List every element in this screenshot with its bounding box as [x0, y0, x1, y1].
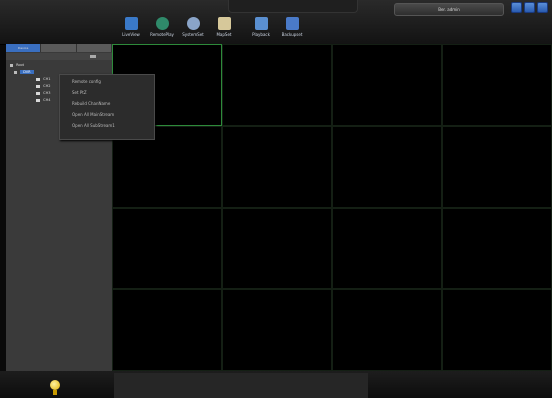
lightbulb-base: [53, 390, 57, 395]
bottom-info-panel: [114, 373, 368, 398]
video-cell[interactable]: [112, 289, 222, 371]
expand-icon: [14, 70, 17, 74]
toolbar-systemset-button[interactable]: SystemSet: [180, 14, 206, 44]
toolbar-remoteplay-button[interactable]: RemotePlay: [149, 14, 175, 44]
toolbar-backupset-button[interactable]: Backupset: [279, 14, 305, 44]
menu-item-rebuild-channame[interactable]: Rebuild ChanName: [60, 99, 154, 108]
tree-node-label: DVR: [20, 70, 34, 74]
panel-tabs: Device: [6, 44, 112, 52]
title-bar: Ber. admin LiveView RemotePlay SystemSet…: [0, 0, 552, 45]
video-cell[interactable]: [222, 125, 332, 208]
toolbar-label: RemotePlay: [150, 32, 174, 37]
center-status-field: [228, 0, 358, 13]
gear-icon: [186, 17, 200, 30]
menu-item-open-all-substream[interactable]: Open All SubStream1: [60, 121, 154, 130]
video-cell[interactable]: [332, 207, 442, 290]
video-cell[interactable]: [112, 207, 222, 290]
tab-device[interactable]: Device: [6, 44, 42, 52]
tree-node-label: Root: [16, 63, 25, 67]
refresh-icon[interactable]: [90, 55, 96, 58]
tree-node-label: CH1: [43, 77, 51, 81]
toolbar-label: Playback: [252, 32, 270, 37]
tab-3[interactable]: [76, 44, 112, 52]
maximize-icon[interactable]: [524, 2, 535, 13]
camera-icon: [36, 91, 40, 95]
toolbar-label: Backupset: [281, 32, 303, 37]
expand-icon: [10, 63, 13, 67]
main-toolbar: LiveView RemotePlay SystemSet MapSet Pla…: [118, 14, 305, 44]
play-icon: [155, 17, 169, 30]
monitor-icon: [124, 17, 138, 30]
video-cell[interactable]: [332, 289, 442, 371]
video-cell[interactable]: [442, 289, 552, 371]
video-cell[interactable]: [442, 44, 552, 126]
map-icon: [217, 17, 231, 30]
menu-item-remote-config[interactable]: Remote config: [60, 77, 154, 86]
camera-icon: [36, 98, 40, 102]
video-cell[interactable]: [442, 125, 552, 208]
toolbar-mapset-button[interactable]: MapSet: [211, 14, 237, 44]
tree-node-label: CH4: [43, 98, 51, 102]
playback-icon: [254, 17, 268, 30]
tree-node-root[interactable]: Root: [8, 62, 112, 69]
camera-icon: [36, 77, 40, 81]
tab-2[interactable]: [41, 44, 77, 52]
video-cell[interactable]: [442, 207, 552, 290]
video-cell[interactable]: [222, 207, 332, 290]
toolbar-playback-button[interactable]: Playback: [248, 14, 274, 44]
toolbar-label: MapSet: [216, 32, 232, 37]
camera-icon: [36, 84, 40, 88]
backup-icon: [285, 17, 299, 30]
context-menu: Remote config Set PtZ Rebuild ChanName O…: [59, 74, 155, 140]
menu-item-set-ptz[interactable]: Set PtZ: [60, 88, 154, 97]
video-cell[interactable]: [332, 44, 442, 126]
minimize-icon[interactable]: [511, 2, 522, 13]
lightbulb-icon[interactable]: [50, 380, 60, 390]
toolbar-liveview-button[interactable]: LiveView: [118, 14, 144, 44]
user-field[interactable]: Ber. admin: [394, 3, 504, 16]
tree-node-label: CH3: [43, 91, 51, 95]
video-grid: [112, 44, 552, 371]
tree-node-label: CH2: [43, 84, 51, 88]
toolbar-label: LiveView: [122, 32, 140, 37]
panel-subbar: [6, 53, 112, 60]
video-cell[interactable]: [222, 44, 332, 126]
menu-item-open-all-mainstream[interactable]: Open All MainStream: [60, 110, 154, 119]
toolbar-label: SystemSet: [182, 32, 204, 37]
video-cell[interactable]: [332, 125, 442, 208]
close-icon[interactable]: [537, 2, 548, 13]
video-cell[interactable]: [222, 289, 332, 371]
